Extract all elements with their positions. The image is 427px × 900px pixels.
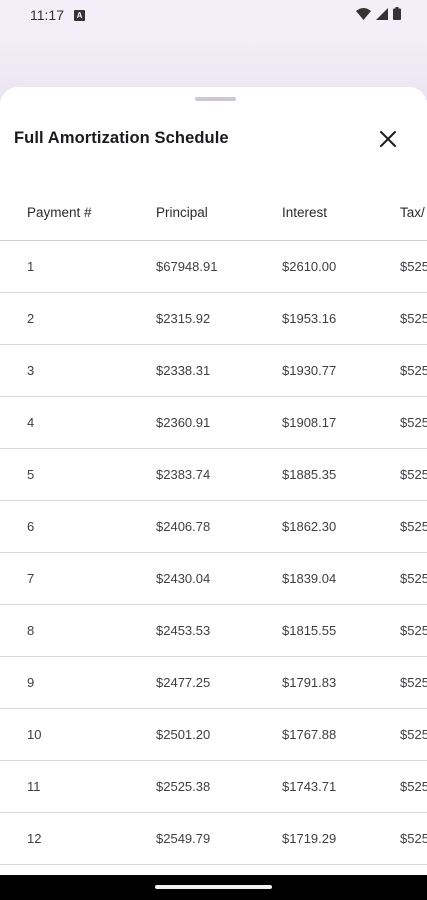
drag-handle[interactable] <box>195 97 236 101</box>
cell-tax: $525 <box>400 675 427 690</box>
cell-interest: $1719.29 <box>282 831 337 846</box>
cell-payment: 3 <box>27 363 35 378</box>
table-row: 12 $2549.79 $1719.29 $525 <box>0 813 427 865</box>
cell-interest: $1908.17 <box>282 415 337 430</box>
cell-tax: $525 <box>400 311 427 326</box>
cell-tax: $525 <box>400 363 427 378</box>
table-row: 3 $2338.31 $1930.77 $525 <box>0 345 427 397</box>
cell-payment: 6 <box>27 519 35 534</box>
status-time: 11:17 <box>30 7 64 23</box>
cell-interest: $1767.88 <box>282 727 337 742</box>
cell-principal: $2477.25 <box>156 675 211 690</box>
cell-principal: $2383.74 <box>156 467 211 482</box>
cell-interest: $1953.16 <box>282 311 337 326</box>
battery-icon <box>393 7 401 23</box>
table-row: 9 $2477.25 $1791.83 $525 <box>0 657 427 709</box>
navigation-bar <box>0 875 427 900</box>
table-row: 11 $2525.38 $1743.71 $525 <box>0 761 427 813</box>
close-button[interactable] <box>374 125 402 153</box>
table-row: 2 $2315.92 $1953.16 $525 <box>0 293 427 345</box>
wifi-icon <box>356 7 371 23</box>
cell-principal: $2525.38 <box>156 779 211 794</box>
cell-payment: 4 <box>27 415 35 430</box>
cell-interest: $2610.00 <box>282 259 337 274</box>
bottom-sheet: Full Amortization Schedule Payment # Pri… <box>0 87 427 875</box>
table-row: 8 $2453.53 $1815.55 $525 <box>0 605 427 657</box>
cell-principal: $2315.92 <box>156 311 211 326</box>
cell-principal: $2549.79 <box>156 831 211 846</box>
table-row: 1 $67948.91 $2610.00 $525 <box>0 241 427 293</box>
cell-principal: $2338.31 <box>156 363 211 378</box>
cell-payment: 9 <box>27 675 35 690</box>
header-payment-number: Payment # <box>27 204 92 220</box>
cell-tax: $525 <box>400 727 427 742</box>
header-tax: Tax/ <box>400 204 425 220</box>
table-row: 10 $2501.20 $1767.88 $525 <box>0 709 427 761</box>
status-bar: 11:17 A <box>0 0 427 30</box>
table-row: 7 $2430.04 $1839.04 $525 <box>0 553 427 605</box>
cell-interest: $1743.71 <box>282 779 337 794</box>
cell-principal: $2430.04 <box>156 571 211 586</box>
cell-interest: $1862.30 <box>282 519 337 534</box>
cell-tax: $525 <box>400 831 427 846</box>
amortization-table: Payment # Principal Interest Tax/ 1 $679… <box>0 184 427 865</box>
cell-tax: $525 <box>400 259 427 274</box>
signal-icon <box>376 7 388 23</box>
sheet-title: Full Amortization Schedule <box>14 129 229 147</box>
cell-payment: 12 <box>27 831 42 846</box>
cell-interest: $1930.77 <box>282 363 337 378</box>
cell-interest: $1791.83 <box>282 675 337 690</box>
cell-tax: $525 <box>400 519 427 534</box>
cell-interest: $1885.35 <box>282 467 337 482</box>
cell-interest: $1839.04 <box>282 571 337 586</box>
cell-tax: $525 <box>400 623 427 638</box>
notification-a-icon: A <box>74 9 85 21</box>
header-interest: Interest <box>282 204 328 220</box>
cell-payment: 5 <box>27 467 35 482</box>
cell-principal: $67948.91 <box>156 259 218 274</box>
table-row: 5 $2383.74 $1885.35 $525 <box>0 449 427 501</box>
home-gesture-handle[interactable] <box>155 885 272 889</box>
cell-payment: 7 <box>27 571 35 586</box>
cell-tax: $525 <box>400 571 427 586</box>
header-principal: Principal <box>156 204 208 220</box>
cell-payment: 10 <box>27 727 42 742</box>
cell-payment: 1 <box>27 259 35 274</box>
cell-tax: $525 <box>400 779 427 794</box>
table-row: 6 $2406.78 $1862.30 $525 <box>0 501 427 553</box>
cell-principal: $2360.91 <box>156 415 211 430</box>
table-header: Payment # Principal Interest Tax/ <box>0 184 427 241</box>
cell-payment: 8 <box>27 623 35 638</box>
cell-principal: $2406.78 <box>156 519 211 534</box>
table-row: 4 $2360.91 $1908.17 $525 <box>0 397 427 449</box>
cell-payment: 2 <box>27 311 35 326</box>
cell-interest: $1815.55 <box>282 623 337 638</box>
close-icon <box>380 131 396 147</box>
cell-principal: $2501.20 <box>156 727 211 742</box>
cell-tax: $525 <box>400 467 427 482</box>
cell-tax: $525 <box>400 415 427 430</box>
cell-principal: $2453.53 <box>156 623 211 638</box>
cell-payment: 11 <box>27 779 41 794</box>
